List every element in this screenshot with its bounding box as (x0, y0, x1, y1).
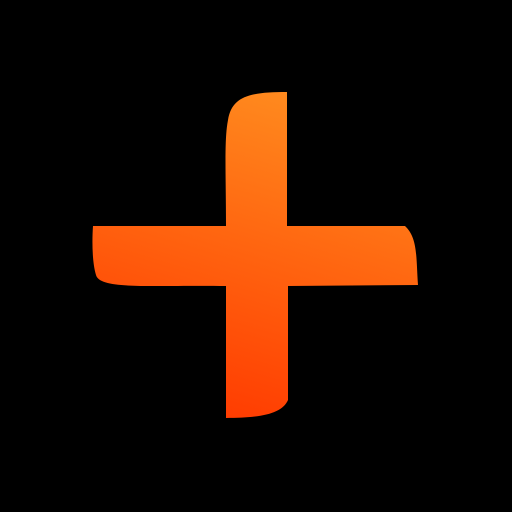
plus-icon[interactable] (0, 0, 512, 512)
icon-canvas (0, 0, 512, 512)
plus-shape (92, 92, 418, 418)
